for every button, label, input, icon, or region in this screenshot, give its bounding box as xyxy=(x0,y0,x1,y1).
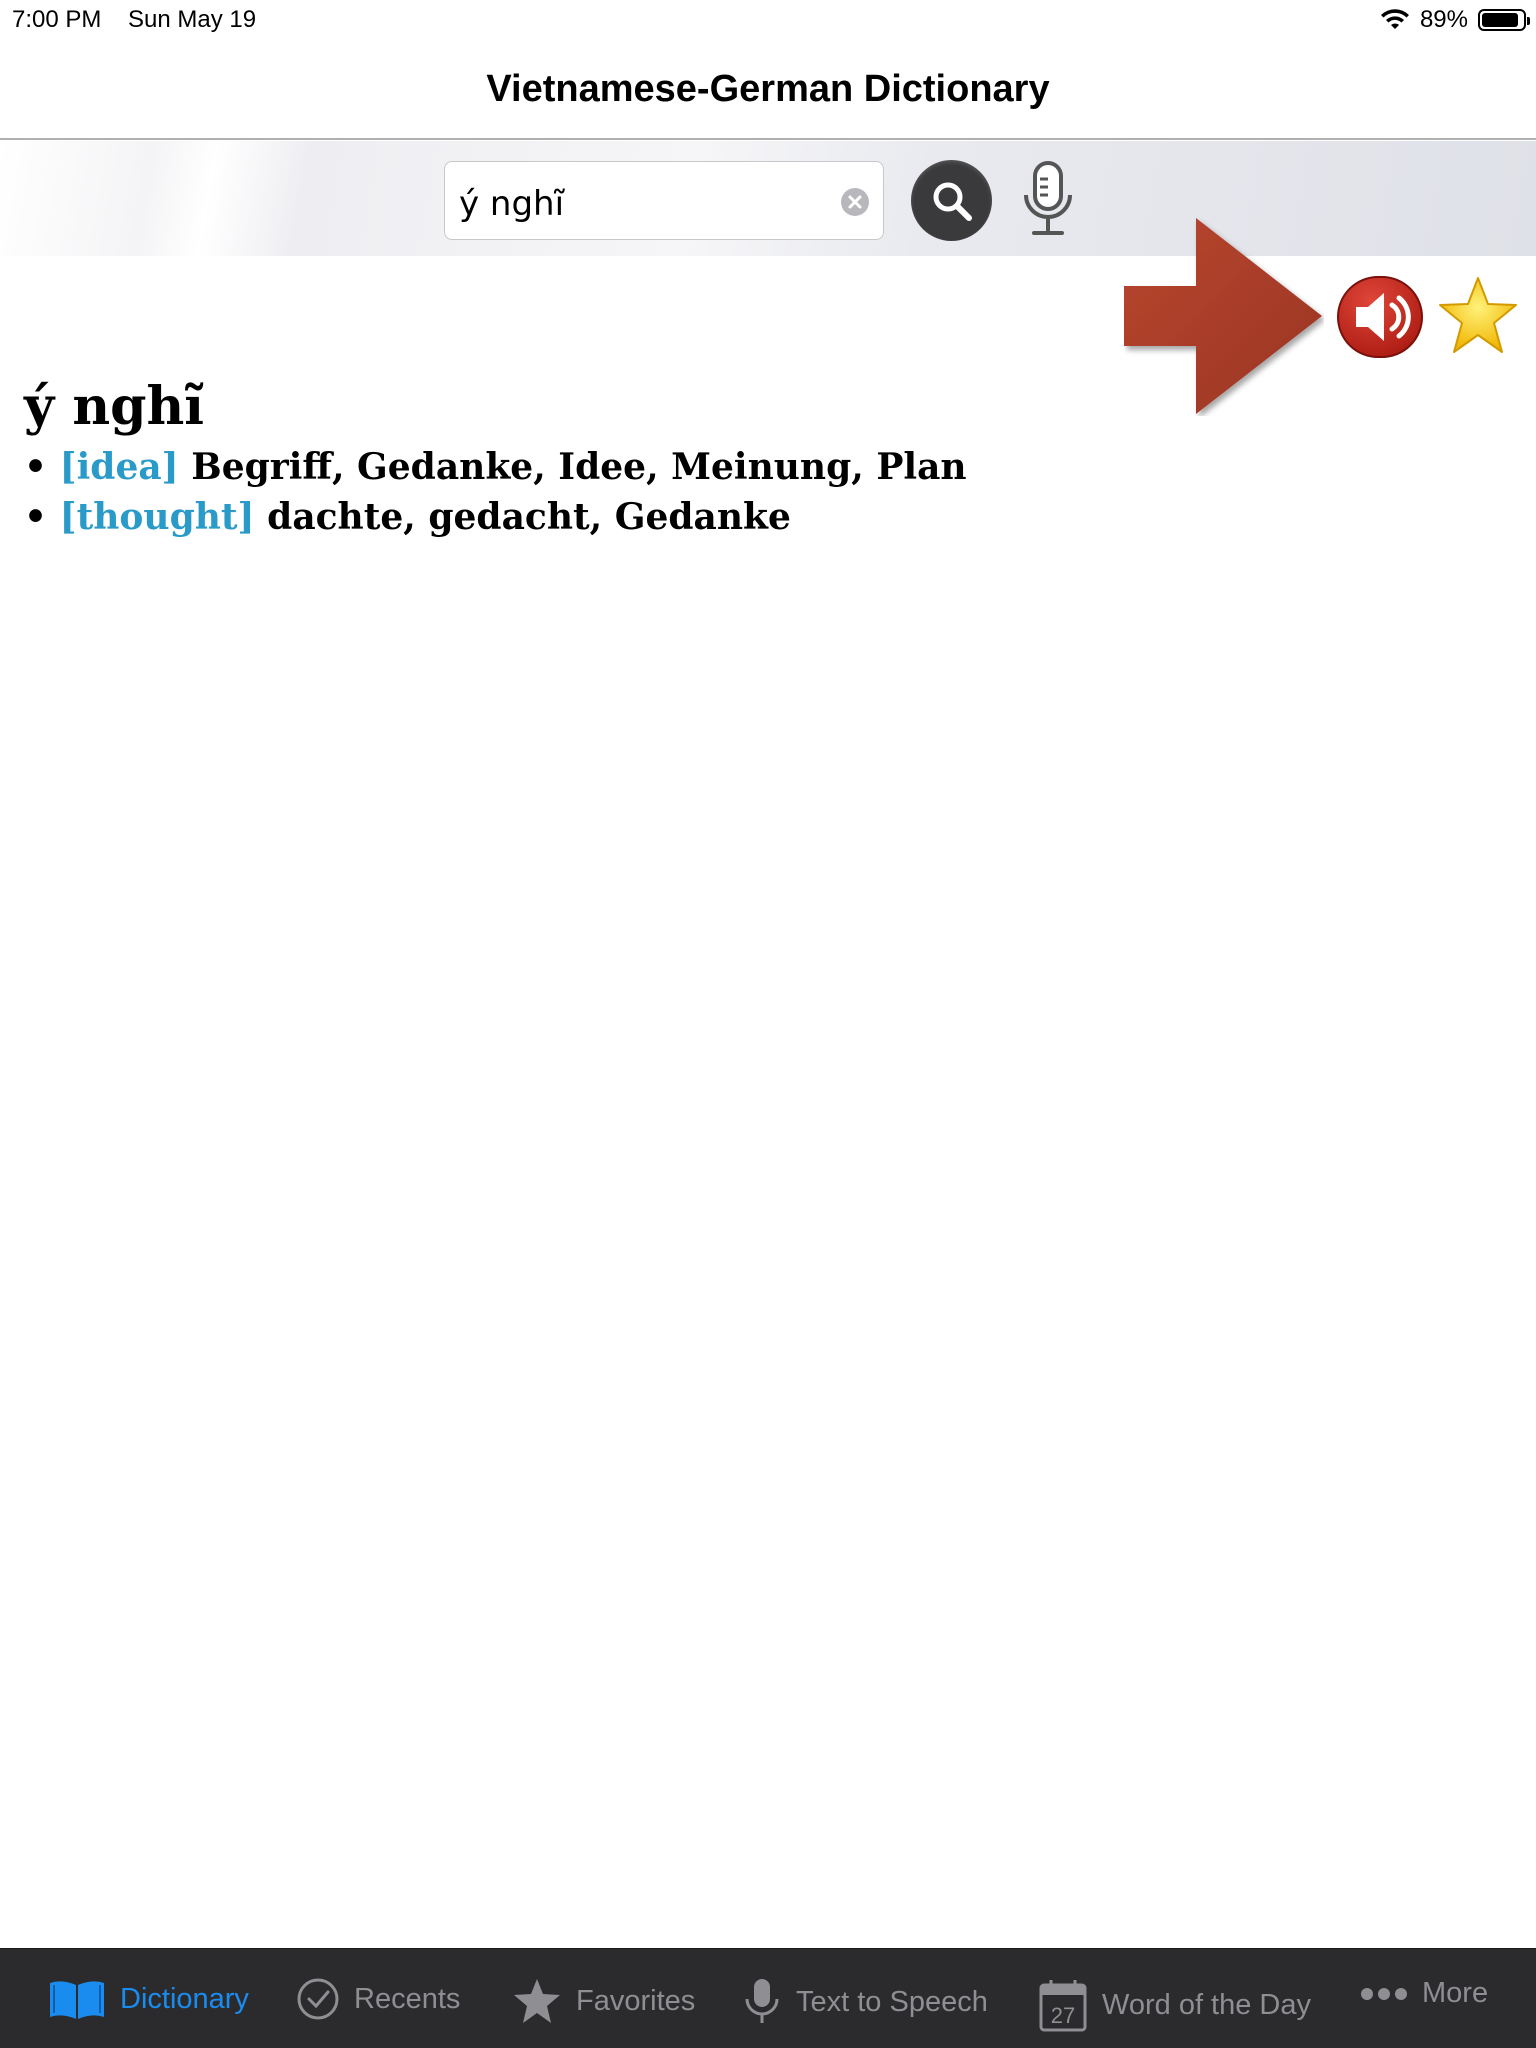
tab-more[interactable]: More xyxy=(1360,1977,1488,2010)
search-button[interactable] xyxy=(911,160,992,241)
status-date: Sun May 19 xyxy=(128,6,257,33)
definition-tag[interactable]: [thought] xyxy=(60,496,255,538)
clear-icon xyxy=(848,195,862,209)
tab-label: Text to Speech xyxy=(796,1985,988,2018)
status-indicators: 89% xyxy=(1380,6,1530,34)
navigation-bar: Vietnamese-German Dictionary xyxy=(0,40,1536,140)
wifi-icon xyxy=(1380,9,1409,29)
calendar-day: 27 xyxy=(1051,2003,1075,2028)
microphone-icon xyxy=(1024,161,1072,235)
tab-text-to-speech[interactable]: Text to Speech xyxy=(742,1977,988,2027)
tab-dictionary[interactable]: Dictionary xyxy=(48,1977,249,2021)
arrow-right-icon xyxy=(1124,218,1322,414)
dictionary-screen: 7:00 PM Sun May 19 89% Vietnamese-German… xyxy=(0,0,1536,2048)
tab-bar: Dictionary Recents Favorites Text to Spe… xyxy=(0,1948,1536,2048)
battery-icon xyxy=(1478,9,1530,31)
checkmark-circle-icon xyxy=(297,1978,339,2020)
tab-label: Word of the Day xyxy=(1102,1988,1312,2021)
tab-label: Favorites xyxy=(576,1984,696,2017)
bullet: • xyxy=(24,496,48,538)
star-icon xyxy=(514,1979,560,2023)
microphone-icon xyxy=(745,1979,779,2023)
definition-text: dachte, gedacht, Gedanke xyxy=(267,496,791,538)
tab-recents[interactable]: Recents xyxy=(296,1977,460,2021)
status-time: 7:00 PM xyxy=(12,6,102,33)
more-dots-icon xyxy=(1361,1987,1407,2000)
definition-tag[interactable]: [idea] xyxy=(60,446,179,488)
dictionary-entry: ý nghĩ • [idea] Begriff, Gedanke, Idee, … xyxy=(24,372,1124,542)
book-icon xyxy=(50,1981,104,2019)
calendar-icon: 27 xyxy=(1039,1980,1087,2032)
pronounce-button[interactable] xyxy=(1336,275,1424,359)
favorite-button[interactable] xyxy=(1438,276,1518,356)
tab-label: More xyxy=(1422,1977,1489,2009)
battery-percent: 89% xyxy=(1419,6,1468,33)
clear-search-button[interactable] xyxy=(841,188,869,216)
search-icon xyxy=(933,182,972,221)
status-bar: 7:00 PM Sun May 19 89% xyxy=(0,0,1536,40)
definition-text: Begriff, Gedanke, Idee, Meinung, Plan xyxy=(191,446,967,488)
tab-label: Dictionary xyxy=(120,1982,249,2015)
definition-line: • [thought] dachte, gedacht, Gedanke xyxy=(24,492,1124,542)
definition-line: • [idea] Begriff, Gedanke, Idee, Meinung… xyxy=(24,442,1124,492)
speaker-icon xyxy=(1337,276,1423,358)
voice-search-button[interactable] xyxy=(1018,159,1078,243)
headword: ý nghĩ xyxy=(24,376,205,437)
tab-favorites[interactable]: Favorites xyxy=(512,1977,695,2025)
bullet: • xyxy=(24,446,48,488)
page-title: Vietnamese-German Dictionary xyxy=(486,67,1050,110)
star-icon xyxy=(1439,277,1517,353)
tab-word-of-the-day[interactable]: 27 Word of the Day xyxy=(1038,1977,1311,2033)
search-input[interactable]: ý nghĩ xyxy=(444,161,884,240)
search-input-value[interactable]: ý nghĩ xyxy=(459,184,564,224)
tab-label: Recents xyxy=(354,1982,461,2015)
battery-level xyxy=(1482,13,1518,27)
